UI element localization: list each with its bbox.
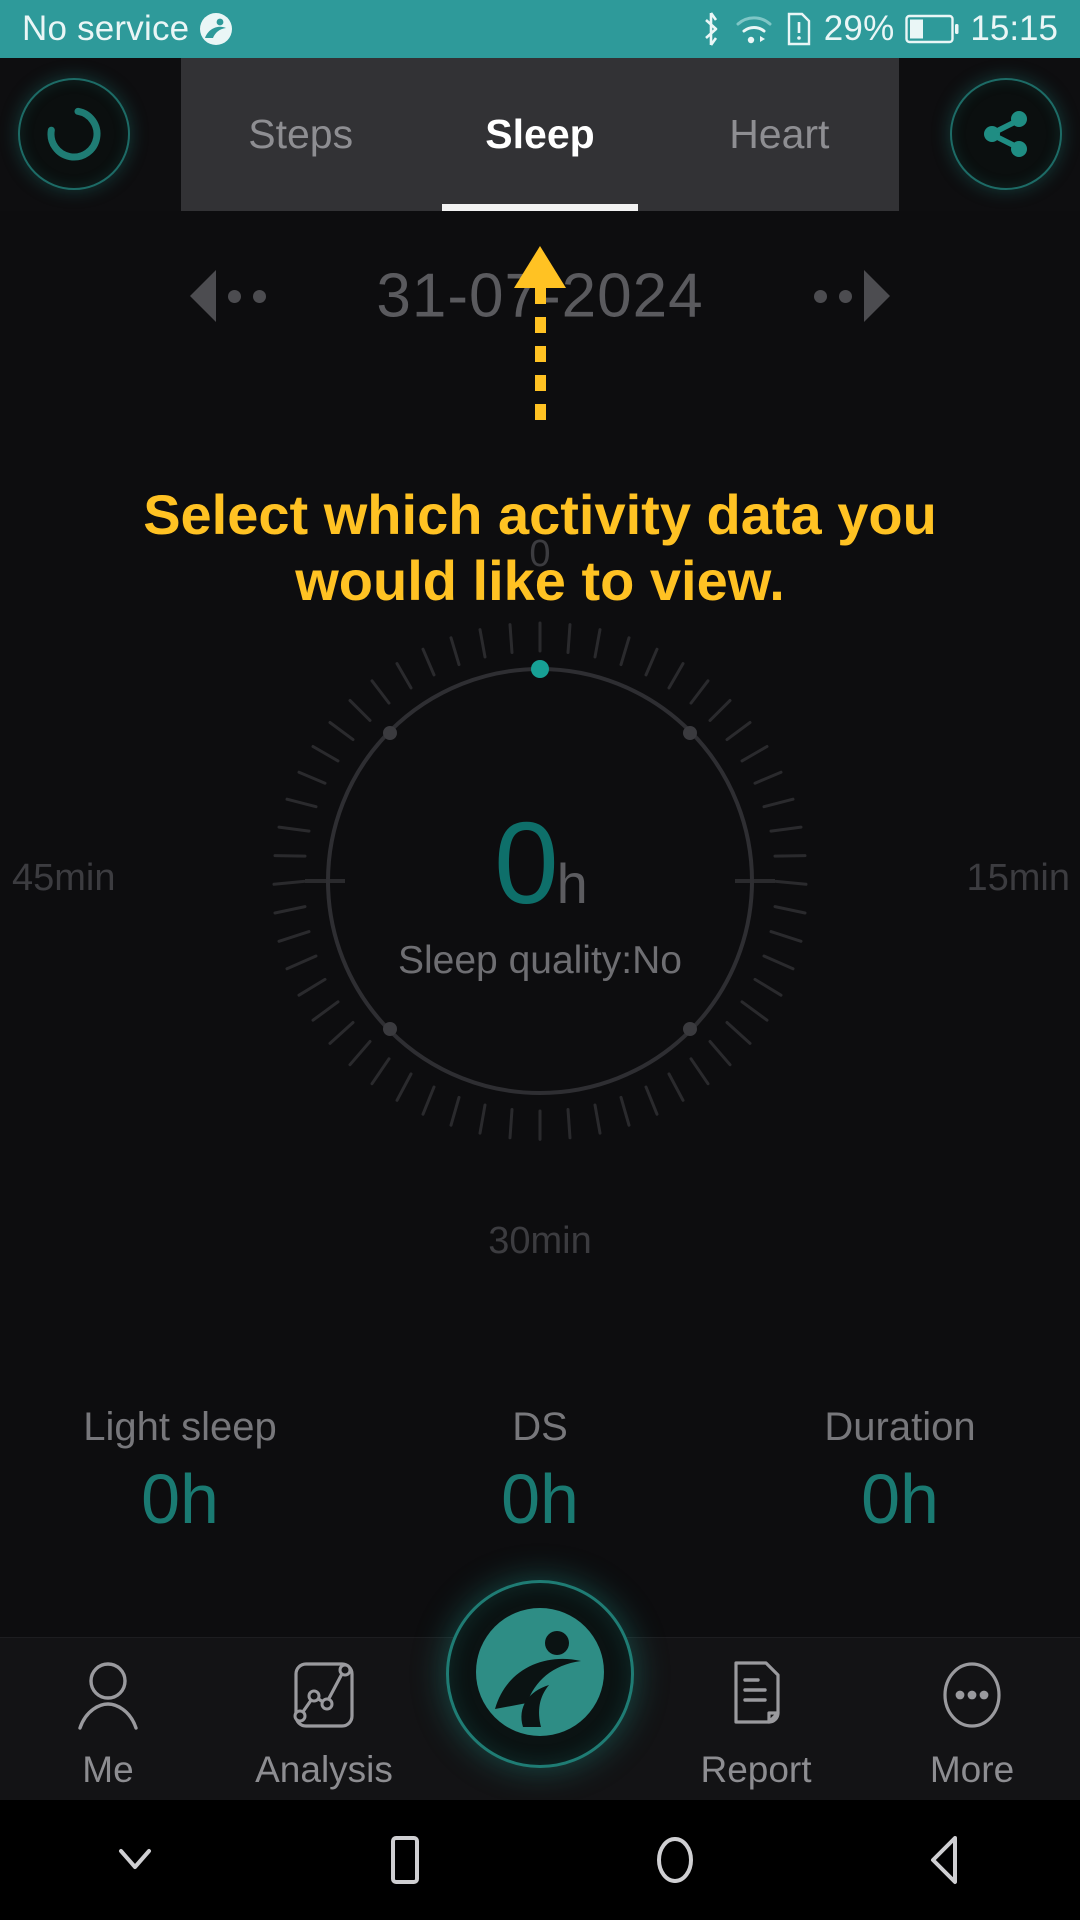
gauge-tick-label-bottom: 30min [488, 1220, 592, 1262]
tab-steps[interactable]: Steps [181, 58, 420, 211]
sleep-quality-label: Sleep quality:No [397, 939, 682, 982]
activity-ring-icon[interactable] [18, 78, 130, 190]
nav-item-me[interactable]: Me [0, 1638, 216, 1791]
gauge-marker-dot [683, 1022, 697, 1036]
battery-percent-label: 29% [823, 9, 895, 48]
chevron-right-icon [864, 270, 890, 322]
stat-ds: DS 0h [360, 1405, 720, 1534]
arrow-up-icon [514, 246, 566, 288]
app-logo-icon [199, 12, 233, 46]
bottom-navigation: Me Analysis Report More [0, 1580, 1080, 1800]
nav-item-more-label: More [929, 1749, 1015, 1790]
stat-light-sleep-value: 0h [141, 1460, 219, 1538]
battery-icon [905, 14, 959, 44]
gauge-tick-label-right: 15min [966, 857, 1071, 899]
stat-light-sleep-label: Light sleep [83, 1405, 277, 1449]
wifi-icon [734, 12, 774, 46]
line-chart-icon [286, 1658, 362, 1737]
gauge-marker-dot [383, 1022, 397, 1036]
gauge-value-number: 0 [494, 798, 559, 928]
tutorial-hint-text: Select which activity data you would lik… [143, 483, 937, 613]
tab-heart-label: Heart [729, 111, 830, 157]
dot-icon [839, 289, 852, 303]
stat-ds-label: DS [512, 1405, 568, 1449]
back-triangle-icon[interactable] [810, 1833, 1080, 1887]
bluetooth-icon [699, 11, 723, 47]
gauge-center-readout: 0h Sleep quality:No [210, 805, 870, 983]
nav-item-me-label: Me [82, 1749, 134, 1790]
app-logo-icon [473, 1605, 607, 1744]
section-tabs: Steps Sleep Heart [181, 58, 899, 211]
recents-square-icon[interactable] [270, 1833, 540, 1887]
clock-label: 15:15 [970, 9, 1058, 48]
sim-card-alert-icon [785, 11, 813, 47]
dot-icon [253, 289, 266, 303]
share-icon[interactable] [950, 78, 1062, 190]
nav-item-home-logo[interactable] [446, 1580, 634, 1768]
gauge-progress-handle [531, 660, 549, 678]
dot-icon [814, 289, 827, 303]
nav-item-more[interactable]: More [864, 1638, 1080, 1791]
stat-ds-value: 0h [501, 1460, 579, 1538]
sleep-gauge[interactable]: 0h Sleep quality:No 0 15min 30min 45min [12, 533, 1070, 1262]
app-header: Steps Sleep Heart [0, 58, 1080, 211]
gauge-value: 0h [210, 805, 870, 921]
tab-sleep-label: Sleep [485, 111, 595, 157]
tab-sleep[interactable]: Sleep [420, 58, 659, 211]
system-navigation-bar [0, 1800, 1080, 1920]
home-circle-icon[interactable] [540, 1833, 810, 1887]
gauge-tick-label-left: 45min [12, 857, 116, 899]
stat-light-sleep: Light sleep 0h [0, 1405, 360, 1534]
dashed-line [534, 288, 546, 421]
person-icon [70, 1658, 146, 1737]
sleep-stats-row: Light sleep 0h DS 0h Duration 0h [0, 1405, 1080, 1534]
status-bar: No service 29% 15:15 [0, 0, 1080, 58]
stat-duration-label: Duration [824, 1405, 976, 1449]
dot-icon [228, 289, 241, 303]
gauge-marker-dot [383, 726, 397, 740]
document-icon [718, 1658, 794, 1737]
tutorial-pointer [514, 246, 566, 421]
ellipsis-circle-icon [934, 1658, 1010, 1737]
tab-steps-label: Steps [248, 111, 354, 157]
stat-duration-value: 0h [861, 1460, 939, 1538]
status-bar-right: 29% 15:15 [699, 9, 1058, 49]
app-screen: No service 29% 15:15 Steps Sleep Heart S… [0, 0, 1080, 1920]
chevron-down-icon[interactable] [0, 1841, 270, 1879]
status-bar-left: No service [22, 9, 233, 49]
gauge-value-unit: h [556, 852, 588, 915]
nav-item-report-label: Report [700, 1749, 812, 1790]
previous-day-button[interactable] [190, 270, 266, 322]
nav-item-report[interactable]: Report [648, 1638, 864, 1791]
stat-duration: Duration 0h [720, 1405, 1080, 1534]
chevron-left-icon [190, 270, 216, 322]
carrier-label: No service [22, 9, 190, 48]
tab-heart[interactable]: Heart [660, 58, 899, 211]
nav-item-analysis-label: Analysis [255, 1749, 393, 1790]
gauge-marker-dot [683, 726, 697, 740]
next-day-button[interactable] [814, 270, 890, 322]
nav-item-analysis[interactable]: Analysis [216, 1638, 432, 1791]
